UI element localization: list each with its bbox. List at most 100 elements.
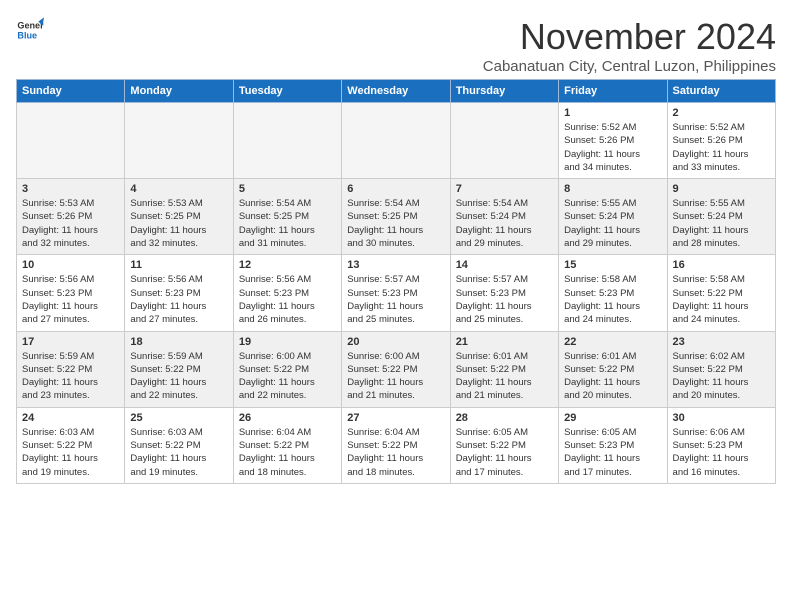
day-number: 27 — [347, 412, 444, 424]
week-row: 24 Sunrise: 6:03 AM Sunset: 5:22 PM Dayli… — [17, 407, 776, 483]
day-cell: 16 Sunrise: 5:58 AM Sunset: 5:22 PM Dayli… — [667, 255, 775, 331]
col-header-sunday: Sunday — [17, 80, 125, 103]
day-info: Sunrise: 5:54 AM Sunset: 5:24 PM Dayligh… — [456, 197, 553, 250]
logo: General Blue — [16, 16, 44, 44]
week-row: 1 Sunrise: 5:52 AM Sunset: 5:26 PM Daylig… — [17, 103, 776, 179]
day-info: Sunrise: 6:01 AM Sunset: 5:22 PM Dayligh… — [564, 350, 661, 403]
day-number: 14 — [456, 259, 553, 271]
day-info: Sunrise: 5:59 AM Sunset: 5:22 PM Dayligh… — [22, 350, 119, 403]
day-info: Sunrise: 6:03 AM Sunset: 5:22 PM Dayligh… — [22, 426, 119, 479]
day-cell: 4 Sunrise: 5:53 AM Sunset: 5:25 PM Daylig… — [125, 179, 233, 255]
day-info: Sunrise: 5:53 AM Sunset: 5:25 PM Dayligh… — [130, 197, 227, 250]
col-header-tuesday: Tuesday — [233, 80, 341, 103]
day-info: Sunrise: 5:58 AM Sunset: 5:22 PM Dayligh… — [673, 273, 770, 326]
day-info: Sunrise: 6:03 AM Sunset: 5:22 PM Dayligh… — [130, 426, 227, 479]
location-title: Cabanatuan City, Central Luzon, Philippi… — [483, 58, 776, 75]
day-cell: 28 Sunrise: 6:05 AM Sunset: 5:22 PM Dayli… — [450, 407, 558, 483]
day-number: 24 — [22, 412, 119, 424]
column-header-row: SundayMondayTuesdayWednesdayThursdayFrid… — [17, 80, 776, 103]
col-header-thursday: Thursday — [450, 80, 558, 103]
day-cell: 20 Sunrise: 6:00 AM Sunset: 5:22 PM Dayli… — [342, 331, 450, 407]
day-info: Sunrise: 5:52 AM Sunset: 5:26 PM Dayligh… — [564, 121, 661, 174]
day-number: 20 — [347, 336, 444, 348]
day-number: 16 — [673, 259, 770, 271]
day-number: 30 — [673, 412, 770, 424]
day-number: 7 — [456, 183, 553, 195]
logo-icon: General Blue — [16, 16, 44, 44]
day-info: Sunrise: 5:59 AM Sunset: 5:22 PM Dayligh… — [130, 350, 227, 403]
day-number: 28 — [456, 412, 553, 424]
day-info: Sunrise: 5:56 AM Sunset: 5:23 PM Dayligh… — [239, 273, 336, 326]
day-cell: 5 Sunrise: 5:54 AM Sunset: 5:25 PM Daylig… — [233, 179, 341, 255]
day-cell: 11 Sunrise: 5:56 AM Sunset: 5:23 PM Dayli… — [125, 255, 233, 331]
day-number: 9 — [673, 183, 770, 195]
day-info: Sunrise: 6:05 AM Sunset: 5:22 PM Dayligh… — [456, 426, 553, 479]
day-info: Sunrise: 5:57 AM Sunset: 5:23 PM Dayligh… — [347, 273, 444, 326]
day-number: 29 — [564, 412, 661, 424]
day-number: 19 — [239, 336, 336, 348]
day-cell: 26Sunrise: 6:04 AM Sunset: 5:22 PM Dayli… — [233, 407, 341, 483]
day-cell: 12 Sunrise: 5:56 AM Sunset: 5:23 PM Dayli… — [233, 255, 341, 331]
day-number: 12 — [239, 259, 336, 271]
svg-text:Blue: Blue — [17, 30, 37, 40]
day-cell: 17 Sunrise: 5:59 AM Sunset: 5:22 PM Dayli… — [17, 331, 125, 407]
day-number: 6 — [347, 183, 444, 195]
day-cell: 7 Sunrise: 5:54 AM Sunset: 5:24 PM Daylig… — [450, 179, 558, 255]
day-number: 17 — [22, 336, 119, 348]
day-info: Sunrise: 6:02 AM Sunset: 5:22 PM Dayligh… — [673, 350, 770, 403]
day-info: Sunrise: 6:06 AM Sunset: 5:23 PM Dayligh… — [673, 426, 770, 479]
week-row: 3 Sunrise: 5:53 AM Sunset: 5:26 PM Daylig… — [17, 179, 776, 255]
day-cell — [450, 103, 558, 179]
col-header-saturday: Saturday — [667, 80, 775, 103]
day-number: 23 — [673, 336, 770, 348]
day-info: Sunrise: 5:56 AM Sunset: 5:23 PM Dayligh… — [130, 273, 227, 326]
day-info: Sunrise: 5:54 AM Sunset: 5:25 PM Dayligh… — [347, 197, 444, 250]
calendar-table: SundayMondayTuesdayWednesdayThursdayFrid… — [16, 79, 776, 484]
day-info: Sunrise: 5:58 AM Sunset: 5:23 PM Dayligh… — [564, 273, 661, 326]
day-cell: 10Sunrise: 5:56 AM Sunset: 5:23 PM Dayli… — [17, 255, 125, 331]
day-info: Sunrise: 5:55 AM Sunset: 5:24 PM Dayligh… — [564, 197, 661, 250]
day-info: Sunrise: 6:00 AM Sunset: 5:22 PM Dayligh… — [239, 350, 336, 403]
day-cell: 13Sunrise: 5:57 AM Sunset: 5:23 PM Dayli… — [342, 255, 450, 331]
day-info: Sunrise: 6:00 AM Sunset: 5:22 PM Dayligh… — [347, 350, 444, 403]
week-row: 17 Sunrise: 5:59 AM Sunset: 5:22 PM Dayli… — [17, 331, 776, 407]
day-cell: 24 Sunrise: 6:03 AM Sunset: 5:22 PM Dayli… — [17, 407, 125, 483]
day-number: 4 — [130, 183, 227, 195]
day-cell: 9 Sunrise: 5:55 AM Sunset: 5:24 PM Daylig… — [667, 179, 775, 255]
day-number: 1 — [564, 107, 661, 119]
day-info: Sunrise: 5:53 AM Sunset: 5:26 PM Dayligh… — [22, 197, 119, 250]
day-cell: 3 Sunrise: 5:53 AM Sunset: 5:26 PM Daylig… — [17, 179, 125, 255]
day-cell — [17, 103, 125, 179]
day-cell — [125, 103, 233, 179]
day-info: Sunrise: 5:55 AM Sunset: 5:24 PM Dayligh… — [673, 197, 770, 250]
day-cell: 6 Sunrise: 5:54 AM Sunset: 5:25 PM Daylig… — [342, 179, 450, 255]
page-header: General Blue November 2024 Cabanatuan Ci… — [16, 16, 776, 75]
day-number: 11 — [130, 259, 227, 271]
day-info: Sunrise: 6:04 AM Sunset: 5:22 PM Dayligh… — [239, 426, 336, 479]
day-cell: 29 Sunrise: 6:05 AM Sunset: 5:23 PM Dayli… — [559, 407, 667, 483]
day-cell: 18 Sunrise: 5:59 AM Sunset: 5:22 PM Dayli… — [125, 331, 233, 407]
day-cell: 8 Sunrise: 5:55 AM Sunset: 5:24 PM Daylig… — [559, 179, 667, 255]
day-number: 18 — [130, 336, 227, 348]
day-info: Sunrise: 6:05 AM Sunset: 5:23 PM Dayligh… — [564, 426, 661, 479]
day-cell: 23 Sunrise: 6:02 AM Sunset: 5:22 PM Dayli… — [667, 331, 775, 407]
day-number: 21 — [456, 336, 553, 348]
day-number: 8 — [564, 183, 661, 195]
day-cell — [233, 103, 341, 179]
day-number: 22 — [564, 336, 661, 348]
day-info: Sunrise: 6:01 AM Sunset: 5:22 PM Dayligh… — [456, 350, 553, 403]
day-number: 5 — [239, 183, 336, 195]
col-header-wednesday: Wednesday — [342, 80, 450, 103]
day-cell: 19 Sunrise: 6:00 AM Sunset: 5:22 PM Dayli… — [233, 331, 341, 407]
day-cell — [342, 103, 450, 179]
day-number: 3 — [22, 183, 119, 195]
day-cell: 30 Sunrise: 6:06 AM Sunset: 5:23 PM Dayli… — [667, 407, 775, 483]
day-info: Sunrise: 5:57 AM Sunset: 5:23 PM Dayligh… — [456, 273, 553, 326]
day-cell: 21 Sunrise: 6:01 AM Sunset: 5:22 PM Dayli… — [450, 331, 558, 407]
day-info: Sunrise: 5:54 AM Sunset: 5:25 PM Dayligh… — [239, 197, 336, 250]
day-cell: 15Sunrise: 5:58 AM Sunset: 5:23 PM Dayli… — [559, 255, 667, 331]
day-cell: 25Sunrise: 6:03 AM Sunset: 5:22 PM Dayli… — [125, 407, 233, 483]
day-cell: 27Sunrise: 6:04 AM Sunset: 5:22 PM Dayli… — [342, 407, 450, 483]
day-number: 10 — [22, 259, 119, 271]
day-cell: 22 Sunrise: 6:01 AM Sunset: 5:22 PM Dayli… — [559, 331, 667, 407]
